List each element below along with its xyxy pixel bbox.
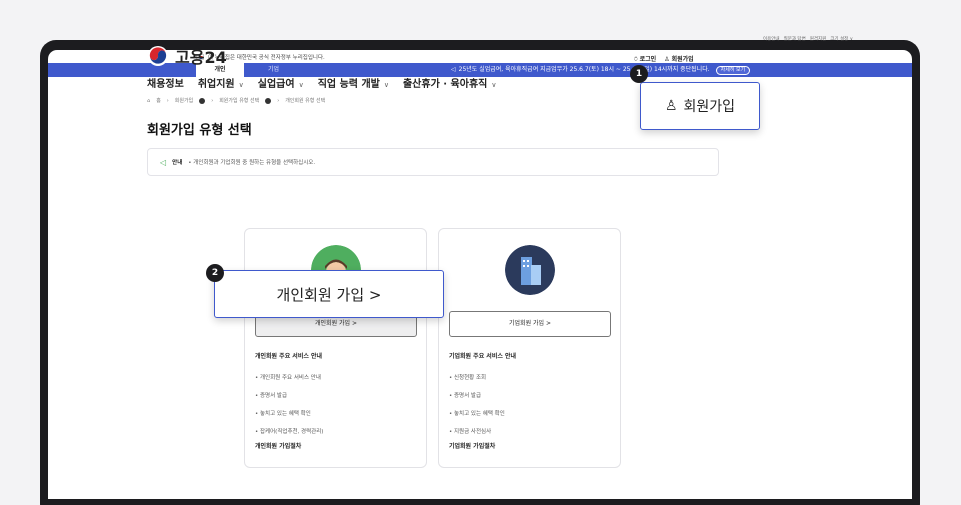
util-link-remote[interactable]: 원격지원: [810, 36, 827, 42]
site-logo[interactable]: 고용24: [147, 44, 227, 68]
info-label: 안내: [172, 160, 183, 166]
building-avatar-icon: [505, 245, 555, 295]
nav-label: 직업 능력 개발: [317, 79, 380, 90]
flag-icon: ◁: [160, 157, 167, 167]
list-item: • 증명서 발급: [449, 393, 482, 399]
personal-service-title: 개인회원 주요 서비스 안내: [255, 353, 322, 360]
nav-label: 채용정보: [147, 79, 184, 90]
callout-personal-join[interactable]: 개인회원 가입 >: [214, 270, 444, 318]
page-title: 회원가입 유형 선택: [147, 123, 252, 138]
chevron-down-icon: ∨: [383, 81, 389, 89]
info-text: • 개인회원과 기업회원 중 원하는 유형을 선택하십시오.: [188, 160, 316, 166]
callout-signup[interactable]: ♙ 회원가입: [640, 82, 760, 130]
personal-service-list: • 개인회원 주요 서비스 안내 • 증명서 발급 • 놓치고 있는 혜택 확인…: [255, 369, 323, 441]
login-button[interactable]: ⍥ 로그인: [634, 54, 656, 64]
utility-links: 이용안내 질문과 답변 원격지원 크기 설정 ∨: [763, 36, 853, 42]
separator: ›: [211, 97, 214, 104]
step-badge-2: 2: [206, 264, 224, 282]
separator: ›: [166, 97, 169, 104]
list-item: • 개인회원 주요 서비스 안내: [255, 375, 321, 381]
header-actions: ⍥ 로그인 ♙ 회원가입: [634, 54, 694, 64]
nav-item-parental-leave[interactable]: 출산휴가 · 육아휴직 ∨: [403, 75, 497, 90]
user-plus-icon: ♙: [664, 98, 678, 114]
util-link-size[interactable]: 크기 설정 ∨: [830, 36, 853, 42]
step-badge-1: 1: [630, 65, 648, 83]
util-link-guide[interactable]: 이용안내: [763, 36, 780, 42]
nav-item-training[interactable]: 직업 능력 개발 ∨: [318, 75, 389, 90]
info-box: ◁ 안내 • 개인회원과 기업회원 중 원하는 유형을 선택하십시오.: [147, 148, 719, 176]
personal-member-card: 개인회원 가입 > 개인회원 주요 서비스 안내 • 개인회원 주요 서비스 안…: [244, 228, 427, 468]
list-item: • 신청현황 조회: [449, 375, 487, 381]
company-member-card: 기업회원 가입 > 기업회원 주요 서비스 안내 • 신청현황 조회 • 증명서…: [438, 228, 621, 468]
util-link-faq[interactable]: 질문과 답변: [784, 36, 806, 42]
main-nav: 채용정보 취업지원 ∨ 실업급여 ∨ 직업 능력 개발 ∨ 출산휴가 · 육아휴직 ∨: [147, 75, 496, 90]
company-process-title: 기업회원 가입절차: [449, 443, 496, 450]
nav-label: 실업급여: [257, 79, 295, 90]
signup-button[interactable]: ♙ 회원가입: [664, 54, 693, 64]
breadcrumb-signup[interactable]: 회원가입: [175, 97, 193, 104]
list-item: • 잡케어(직업추천, 경력관리): [255, 429, 324, 435]
user-plus-icon: ♙: [664, 56, 670, 63]
callout-signup-label: 회원가입: [683, 99, 736, 115]
taegeuk-logo-icon: [148, 46, 168, 66]
home-icon[interactable]: ⌂: [147, 98, 150, 104]
nav-label: 출산휴가 · 육아휴직: [402, 79, 488, 90]
list-item: • 증명서 발급: [255, 393, 288, 399]
dropdown-dot-icon[interactable]: [199, 97, 206, 104]
notice-detail-button[interactable]: 자세히 보기: [715, 65, 751, 75]
breadcrumb: ⌂ 홈 › 회원가입 › 회원가입 유형 선택 › 개인회원 유형 선택: [147, 97, 325, 104]
breadcrumb-type-select[interactable]: 회원가입 유형 선택: [219, 97, 259, 104]
logo-text: 고용24: [175, 48, 227, 67]
nav-item-jobs[interactable]: 채용정보: [147, 75, 184, 90]
chevron-down-icon: ∨: [491, 81, 497, 89]
lock-icon: ⍥: [634, 56, 638, 63]
breadcrumb-home[interactable]: 홈: [156, 97, 161, 104]
chevron-down-icon: ∨: [238, 81, 244, 89]
dropdown-dot-icon[interactable]: [265, 97, 272, 104]
list-item: • 놓치고 있는 혜택 확인: [255, 411, 311, 417]
list-item: • 놓치고 있는 혜택 확인: [449, 411, 505, 417]
nav-item-unemployment[interactable]: 실업급여 ∨: [258, 75, 304, 90]
personal-process-title: 개인회원 가입절차: [255, 443, 302, 450]
list-item: • 지원금 사전심사: [449, 429, 492, 435]
company-join-button[interactable]: 기업회원 가입 >: [449, 311, 611, 337]
signup-label: 회원가입: [671, 56, 694, 63]
company-service-title: 기업회원 주요 서비스 안내: [449, 353, 516, 360]
chevron-down-icon: ∨: [298, 81, 304, 89]
login-label: 로그인: [639, 56, 657, 63]
company-service-list: • 신청현황 조회 • 증명서 발급 • 놓치고 있는 혜택 확인 • 지원금 …: [449, 369, 505, 441]
separator: ›: [277, 97, 280, 104]
breadcrumb-current: 개인회원 유형 선택: [285, 98, 326, 104]
nav-label: 취업지원: [197, 79, 235, 90]
nav-item-employment-support[interactable]: 취업지원 ∨: [198, 75, 244, 90]
